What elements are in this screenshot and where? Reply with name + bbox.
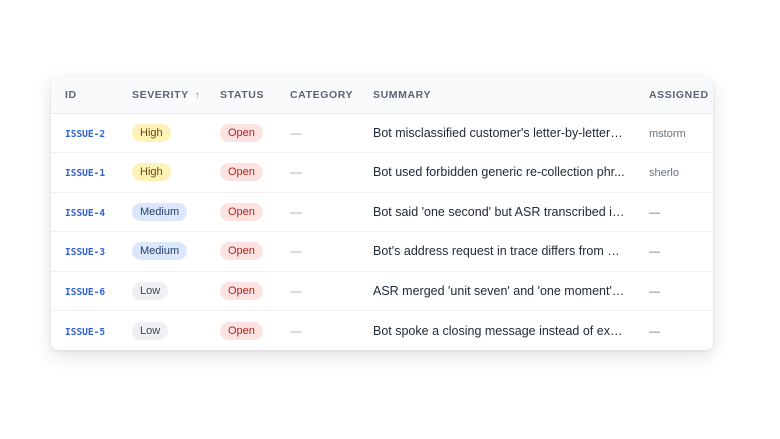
column-header-status-label: STATUS — [220, 88, 265, 101]
category-value: — — [290, 165, 302, 180]
assignee-value: sherlo — [649, 167, 679, 180]
status-badge: Open — [220, 163, 263, 182]
category-value: — — [290, 204, 302, 219]
assignee-value: — — [649, 325, 660, 338]
issue-id-link[interactable]: ISSUE-1 — [65, 168, 105, 179]
column-header-status[interactable]: STATUS — [220, 77, 290, 114]
table-row[interactable]: ISSUE-1 High Open — Bot used forbidden g… — [51, 152, 713, 192]
severity-badge: High — [132, 123, 171, 142]
column-header-severity[interactable]: SEVERITY ↑ — [132, 77, 220, 114]
issue-id-link[interactable]: ISSUE-4 — [65, 208, 105, 219]
issue-id-link[interactable]: ISSUE-5 — [65, 327, 105, 338]
column-header-summary[interactable]: SUMMARY — [373, 77, 649, 114]
severity-badge: Medium — [132, 202, 188, 221]
issues-table-card: ID SEVERITY ↑ STATUS CATEGORY SUMMARY ASS… — [51, 77, 713, 350]
summary-text: Bot used forbidden generic re-collection… — [373, 152, 649, 192]
column-header-category[interactable]: CATEGORY — [290, 77, 373, 114]
severity-badge: Low — [132, 321, 169, 340]
category-value: — — [290, 283, 302, 298]
status-badge: Open — [220, 321, 263, 340]
assignee-value: — — [649, 285, 660, 298]
issue-id-link[interactable]: ISSUE-3 — [65, 247, 105, 258]
column-header-category-label: CATEGORY — [290, 88, 354, 101]
status-badge: Open — [220, 123, 263, 142]
category-value: — — [290, 323, 302, 338]
issue-id-link[interactable]: ISSUE-2 — [65, 129, 105, 140]
table-row[interactable]: ISSUE-5 Low Open — Bot spoke a closing m… — [51, 310, 713, 350]
column-header-assigned-label: ASSIGNED — [649, 88, 709, 101]
severity-badge: Low — [132, 281, 169, 300]
summary-text: Bot spoke a closing message instead of e… — [373, 310, 649, 350]
table-header-row: ID SEVERITY ↑ STATUS CATEGORY SUMMARY ASS… — [51, 77, 713, 114]
table-row[interactable]: ISSUE-4 Medium Open — Bot said 'one seco… — [51, 191, 713, 232]
table-row[interactable]: ISSUE-2 High Open — Bot misclassified cu… — [51, 113, 713, 153]
column-header-summary-label: SUMMARY — [373, 88, 432, 101]
status-badge: Open — [220, 202, 263, 221]
sort-ascending-icon: ↑ — [194, 89, 201, 101]
issues-table: ID SEVERITY ↑ STATUS CATEGORY SUMMARY ASS… — [51, 77, 713, 350]
summary-text: Bot said 'one second' but ASR transcribe… — [373, 191, 649, 232]
severity-badge: High — [132, 163, 171, 182]
severity-badge: Medium — [132, 242, 188, 261]
column-header-id-label: ID — [65, 88, 77, 101]
summary-text: ASR merged 'unit seven' and 'one moment'… — [373, 270, 649, 311]
category-value: — — [290, 244, 302, 259]
column-header-severity-label: SEVERITY — [132, 88, 189, 101]
assignee-value: — — [649, 246, 660, 259]
table-row[interactable]: ISSUE-3 Medium Open — Bot's address requ… — [51, 231, 713, 271]
summary-text: Bot misclassified customer's letter-by-l… — [373, 125, 631, 140]
category-value: — — [290, 125, 302, 140]
status-badge: Open — [220, 281, 263, 300]
summary-text: Bot's address request in trace differs f… — [373, 231, 649, 271]
assignee-value: mstorm — [649, 127, 686, 140]
status-badge: Open — [220, 242, 263, 261]
column-header-id[interactable]: ID — [51, 77, 132, 114]
column-header-assigned[interactable]: ASSIGNED — [649, 77, 713, 114]
table-row[interactable]: ISSUE-6 Low Open — ASR merged 'unit seve… — [51, 270, 713, 311]
assignee-value: — — [649, 206, 660, 219]
issue-id-link[interactable]: ISSUE-6 — [65, 287, 105, 298]
